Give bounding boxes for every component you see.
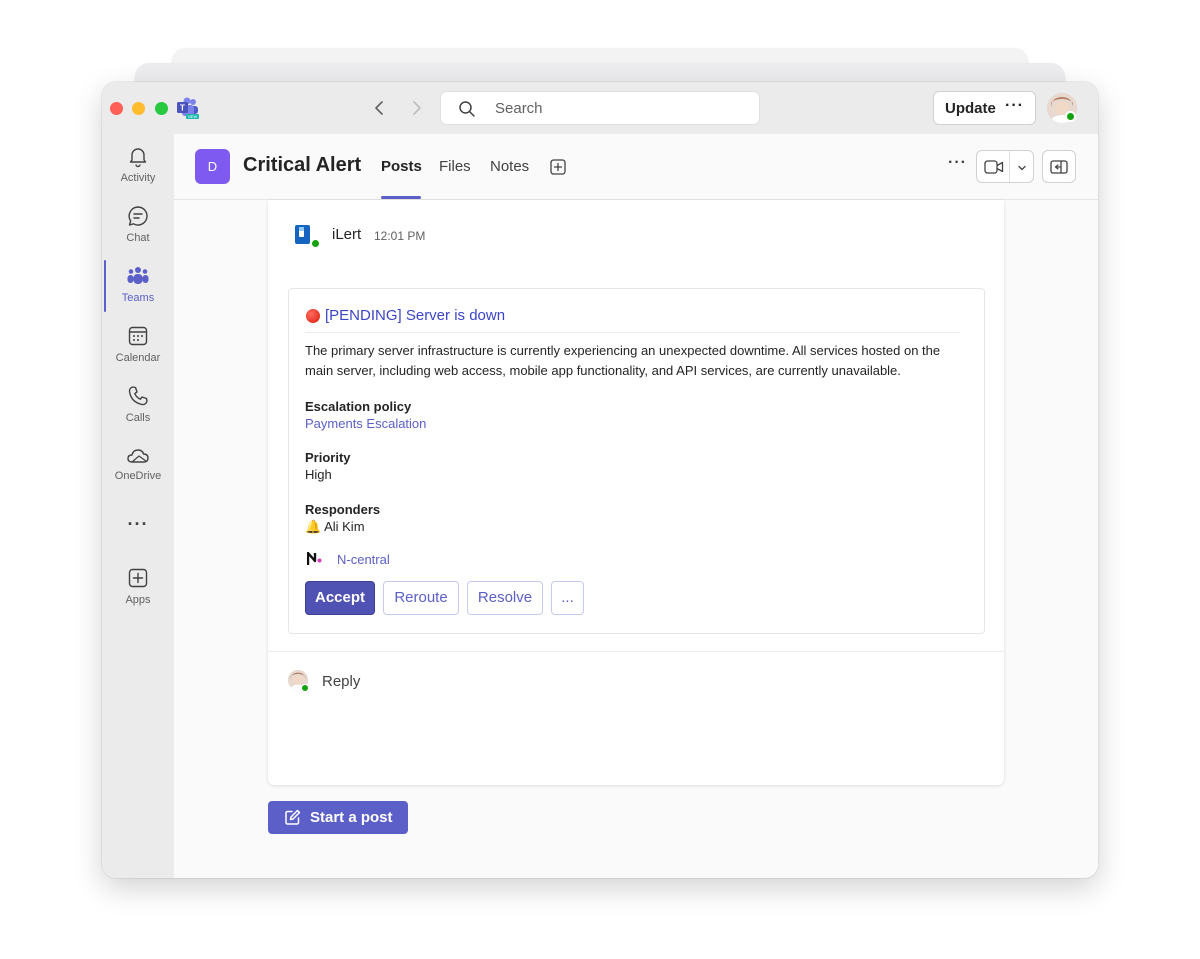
bell-icon [129, 148, 147, 168]
zoom-window-button[interactable] [155, 102, 168, 115]
message-card: iLert 12:01 PM [PENDING] Server is down … [268, 200, 1004, 785]
minimize-window-button[interactable] [132, 102, 145, 115]
message-timestamp: 12:01 PM [374, 229, 426, 243]
start-post-button[interactable]: Start a post [268, 801, 408, 834]
update-button[interactable]: Update ··· [933, 91, 1036, 125]
open-side-panel-button[interactable] [1042, 150, 1076, 183]
forward-arrow-icon[interactable] [406, 98, 426, 118]
alert-card: [PENDING] Server is down The primary ser… [288, 288, 985, 634]
sidebar-item-label: Calls [125, 412, 151, 424]
search-box[interactable]: Search [440, 91, 760, 125]
escalation-policy-label: Escalation policy [305, 399, 412, 414]
svg-text:NEW: NEW [188, 114, 198, 119]
channel-header: D Critical Alert Posts Files Notes ··· [174, 134, 1098, 200]
calendar-icon [128, 326, 148, 346]
alert-title-link[interactable]: [PENDING] Server is down [325, 307, 505, 324]
reroute-button[interactable]: Reroute [383, 581, 459, 615]
tab-posts[interactable]: Posts [381, 158, 422, 175]
alert-description: The primary server infrastructure is cur… [305, 343, 941, 378]
channel-more-icon[interactable]: ··· [948, 154, 967, 172]
teams-window: T NEW Search Update ··· Activity Chat Te… [102, 82, 1098, 878]
meet-button[interactable] [976, 150, 1034, 183]
channel-main: D Critical Alert Posts Files Notes ··· i… [174, 134, 1098, 878]
sidebar-item-chat[interactable]: Chat [102, 204, 174, 260]
tab-files[interactable]: Files [439, 158, 471, 175]
phone-icon [128, 386, 148, 406]
button-divider [1009, 151, 1010, 182]
chevron-down-icon[interactable] [1016, 162, 1028, 174]
teams-logo-icon: T NEW [177, 97, 199, 119]
sidebar-item-onedrive[interactable]: OneDrive [102, 444, 174, 500]
sidebar-item-activity[interactable]: Activity [102, 144, 174, 200]
video-camera-icon [984, 160, 1004, 174]
side-panel-icon [1050, 160, 1068, 174]
escalation-policy-link[interactable]: Payments Escalation [305, 416, 426, 431]
channel-title: Critical Alert [243, 154, 362, 176]
team-avatar[interactable]: D [195, 149, 230, 184]
chat-icon [128, 206, 148, 226]
compose-icon [285, 809, 301, 825]
presence-available-icon [1065, 111, 1076, 122]
start-post-label: Start a post [310, 809, 393, 826]
resolve-button[interactable]: Resolve [467, 581, 543, 615]
presence-available-icon [310, 238, 321, 249]
responders-label: Responders [305, 502, 381, 517]
tab-notes[interactable]: Notes [490, 158, 529, 175]
priority-value: High [305, 467, 332, 482]
sidebar-item-label: Apps [125, 594, 151, 606]
update-more-icon[interactable]: ··· [1005, 97, 1024, 115]
sidebar-item-label: OneDrive [114, 470, 162, 482]
more-apps-icon[interactable]: ··· [126, 514, 150, 535]
sidebar-item-label: Calendar [115, 352, 161, 364]
reply-button[interactable]: Reply [322, 673, 360, 690]
search-icon [459, 101, 475, 117]
reply-row[interactable]: Reply [268, 651, 1004, 701]
n-central-link[interactable]: N-central [337, 552, 390, 567]
back-arrow-icon[interactable] [370, 98, 390, 118]
sidebar-item-apps[interactable]: Apps [102, 566, 174, 622]
update-label: Update [945, 100, 996, 117]
alert-title-row: [PENDING] Server is down [305, 307, 960, 333]
more-actions-button[interactable]: ... [551, 581, 584, 615]
sidebar-item-calls[interactable]: Calls [102, 384, 174, 440]
presence-available-icon [301, 684, 309, 692]
sender-name[interactable]: iLert [332, 226, 361, 243]
close-window-button[interactable] [110, 102, 123, 115]
app-sidebar: Activity Chat Teams Calendar Calls OneDr… [102, 134, 174, 878]
sidebar-item-label: Chat [126, 232, 150, 244]
responders-value: 🔔 Ali Kim [305, 519, 365, 534]
add-apps-icon [128, 568, 148, 588]
sidebar-item-label: Activity [120, 172, 156, 184]
search-placeholder: Search [495, 100, 543, 117]
priority-label: Priority [305, 450, 351, 465]
teams-icon [127, 267, 149, 284]
n-central-logo-icon [307, 552, 322, 565]
sidebar-item-label: Teams [121, 292, 155, 304]
sidebar-item-teams[interactable]: Teams [102, 260, 174, 320]
title-bar: T NEW Search Update ··· [102, 82, 1098, 134]
accept-button[interactable]: Accept [305, 581, 375, 615]
active-tab-indicator [381, 196, 421, 199]
red-circle-icon [306, 309, 320, 323]
svg-text:T: T [180, 104, 185, 113]
add-tab-icon[interactable] [550, 159, 566, 175]
sidebar-item-calendar[interactable]: Calendar [102, 324, 174, 380]
cloud-icon [127, 449, 149, 463]
